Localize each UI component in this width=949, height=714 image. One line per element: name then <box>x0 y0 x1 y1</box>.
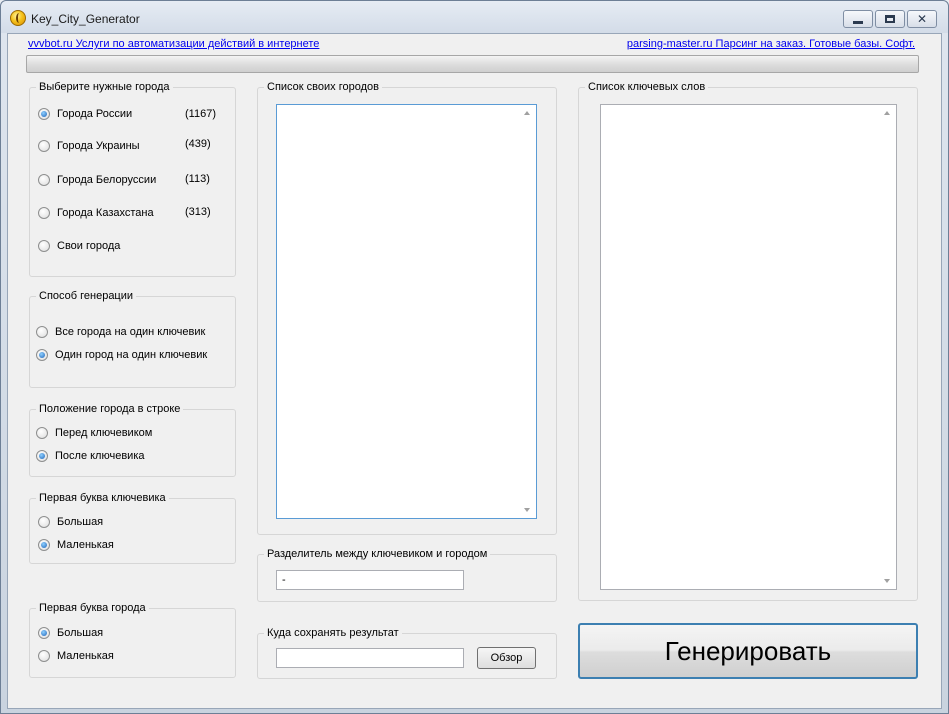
radio-keyword-upper[interactable]: Большая <box>38 515 103 529</box>
radio-keyword-lower[interactable]: Маленькая <box>38 538 114 552</box>
progress-bar <box>26 55 919 73</box>
separator-input[interactable] <box>276 570 464 590</box>
radio-all-cities-circle[interactable] <box>36 326 48 338</box>
radio-city-lower-label: Маленькая <box>57 650 114 662</box>
keywords-group: Список ключевых слов <box>578 81 918 601</box>
city-case-group: Первая буква города Большая Маленькая <box>29 602 236 678</box>
radio-before-keyword[interactable]: Перед ключевиком <box>36 426 152 440</box>
vvvbot-link[interactable]: vvvbot.ru Услуги по автоматизации действ… <box>28 38 319 50</box>
keywords-textarea[interactable] <box>600 104 897 590</box>
radio-one-city-circle[interactable] <box>36 349 48 361</box>
parsing-master-link[interactable]: parsing-master.ru Парсинг на заказ. Гото… <box>627 38 915 50</box>
radio-belarus[interactable]: Города Белоруссии <box>38 173 156 187</box>
browse-button[interactable]: Обзор <box>477 647 536 669</box>
scroll-down-icon[interactable] <box>884 579 890 583</box>
keyword-case-group: Первая буква ключевика Большая Маленькая <box>29 492 236 564</box>
radio-kazakhstan[interactable]: Города Казахстана <box>38 206 154 220</box>
own-cities-textarea[interactable] <box>276 104 537 519</box>
radio-after-keyword[interactable]: После ключевика <box>36 449 145 463</box>
radio-belarus-label: Города Белоруссии <box>57 174 157 186</box>
radio-all-cities-one-keyword[interactable]: Все города на один ключевик <box>36 325 205 339</box>
russia-count: (1167) <box>185 108 216 120</box>
minimize-button[interactable] <box>843 10 873 28</box>
radio-after-circle[interactable] <box>36 450 48 462</box>
radio-keyword-upper-label: Большая <box>57 516 104 528</box>
client-area: vvvbot.ru Услуги по автоматизации действ… <box>7 33 942 709</box>
radio-city-upper-label: Большая <box>57 627 104 639</box>
radio-own-cities-label: Свои города <box>57 240 121 252</box>
ukraine-count: (439) <box>185 138 211 150</box>
app-icon <box>10 10 26 26</box>
city-case-group-label: Первая буква города <box>36 602 149 614</box>
radio-before-label: Перед ключевиком <box>55 427 153 439</box>
kazakhstan-count: (313) <box>185 206 211 218</box>
own-cities-group: Список своих городов <box>257 81 557 535</box>
minimize-icon <box>853 20 863 24</box>
own-cities-scrollbar[interactable] <box>519 105 536 518</box>
radio-one-city-one-keyword[interactable]: Один город на один ключевик <box>36 348 207 362</box>
radio-city-upper[interactable]: Большая <box>38 626 103 640</box>
radio-one-city-label: Один город на один ключевик <box>55 349 208 361</box>
cities-group-label: Выберите нужные города <box>36 81 173 93</box>
generation-group-label: Способ генерации <box>36 290 137 302</box>
radio-russia-circle[interactable] <box>38 108 50 120</box>
radio-kazakhstan-circle[interactable] <box>38 207 50 219</box>
radio-russia[interactable]: Города России <box>38 107 132 121</box>
save-path-input[interactable] <box>276 648 464 668</box>
window-title: Key_City_Generator <box>31 12 140 26</box>
radio-ukraine[interactable]: Города Украины <box>38 139 140 153</box>
radio-ukraine-circle[interactable] <box>38 140 50 152</box>
radio-own-cities[interactable]: Свои города <box>38 239 120 253</box>
scroll-up-icon[interactable] <box>884 111 890 115</box>
generate-button[interactable]: Генерировать <box>578 623 918 679</box>
radio-kazakhstan-label: Города Казахстана <box>57 207 154 219</box>
save-group-label: Куда сохранять результат <box>264 627 402 639</box>
radio-all-cities-label: Все города на один ключевик <box>55 326 206 338</box>
generation-group: Способ генерации Все города на один ключ… <box>29 290 236 388</box>
save-group: Куда сохранять результат Обзор <box>257 627 557 679</box>
radio-belarus-circle[interactable] <box>38 174 50 186</box>
radio-own-cities-circle[interactable] <box>38 240 50 252</box>
scroll-down-icon[interactable] <box>524 508 530 512</box>
separator-group: Разделитель между ключевиком и городом <box>257 548 557 602</box>
own-cities-group-label: Список своих городов <box>264 81 382 93</box>
separator-group-label: Разделитель между ключевиком и городом <box>264 548 491 560</box>
radio-keyword-lower-label: Маленькая <box>57 539 114 551</box>
app-window: Key_City_Generator ✕ vvvbot.ru Услуги по… <box>0 0 949 714</box>
radio-ukraine-label: Города Украины <box>57 140 140 152</box>
position-group-label: Положение города в строке <box>36 403 184 415</box>
radio-keyword-lower-circle[interactable] <box>38 539 50 551</box>
close-icon: ✕ <box>916 12 928 26</box>
scroll-up-icon[interactable] <box>524 111 530 115</box>
keywords-group-label: Список ключевых слов <box>585 81 709 93</box>
radio-city-upper-circle[interactable] <box>38 627 50 639</box>
cities-group: Выберите нужные города Города России (11… <box>29 81 236 277</box>
maximize-button[interactable] <box>875 10 905 28</box>
keyword-case-group-label: Первая буква ключевика <box>36 492 169 504</box>
title-bar[interactable]: Key_City_Generator ✕ <box>1 1 948 33</box>
radio-before-circle[interactable] <box>36 427 48 439</box>
position-group: Положение города в строке Перед ключевик… <box>29 403 236 477</box>
keywords-scrollbar[interactable] <box>879 105 896 589</box>
radio-keyword-upper-circle[interactable] <box>38 516 50 528</box>
radio-city-lower[interactable]: Маленькая <box>38 649 114 663</box>
close-button[interactable]: ✕ <box>907 10 937 28</box>
belarus-count: (113) <box>185 173 210 185</box>
maximize-icon <box>885 15 895 23</box>
radio-russia-label: Города России <box>57 108 133 120</box>
radio-after-label: После ключевика <box>55 450 145 462</box>
radio-city-lower-circle[interactable] <box>38 650 50 662</box>
